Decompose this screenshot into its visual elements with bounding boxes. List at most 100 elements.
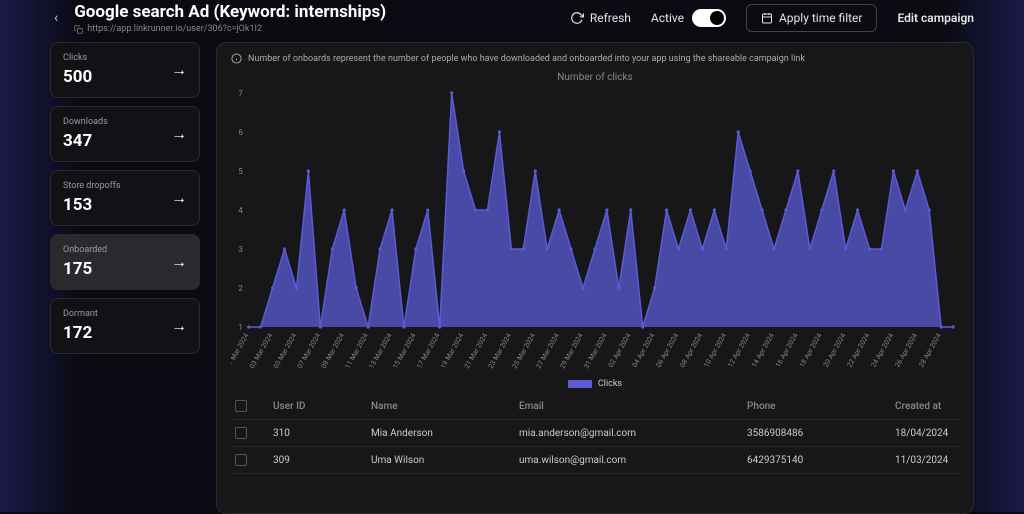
svg-text:24 Apr 2024: 24 Apr 2024 (870, 332, 896, 369)
clicks-chart: 1 2 3 4 5 6 7 01 Mar 202403 Mar 202405 Mar 2024… (231, 87, 959, 377)
svg-text:02 Apr 2024: 02 Apr 2024 (607, 332, 633, 369)
svg-text:04 Apr 2024: 04 Apr 2024 (631, 332, 657, 369)
active-label: Active (651, 11, 684, 25)
th-user-id: User ID (273, 401, 363, 412)
cell-phone: 6429375140 (747, 455, 887, 466)
svg-text:05 Mar 2024: 05 Mar 2024 (272, 332, 298, 370)
chevron-left-icon: ‹ (54, 10, 58, 26)
refresh-label: Refresh (590, 11, 631, 25)
refresh-icon (570, 11, 584, 25)
svg-text:6: 6 (238, 128, 243, 137)
svg-text:31 Mar 2024: 31 Mar 2024 (582, 332, 608, 370)
active-toggle[interactable] (692, 9, 726, 27)
th-email: Email (519, 401, 739, 412)
svg-text:11 Mar 2024: 11 Mar 2024 (344, 332, 370, 370)
time-filter-label: Apply time filter (779, 11, 863, 25)
title-block: Google search Ad (Keyword: internships) … (74, 2, 558, 34)
cell-email: uma.wilson@gmail.com (519, 455, 739, 466)
svg-text:19 Mar 2024: 19 Mar 2024 (439, 332, 465, 370)
svg-text:3: 3 (238, 245, 242, 254)
svg-text:07 Mar 2024: 07 Mar 2024 (296, 332, 322, 370)
stat-label: Clicks (63, 53, 92, 63)
th-name: Name (371, 401, 511, 412)
chart-legend: Clicks (231, 377, 959, 393)
cell-phone: 3586908486 (747, 428, 887, 439)
table-row[interactable]: 310 Mia Anderson mia.anderson@gmail.com … (231, 420, 959, 447)
svg-text:25 Mar 2024: 25 Mar 2024 (511, 332, 537, 370)
stat-card-clicks[interactable]: Clicks 500 → (50, 42, 200, 98)
stat-card-store-dropoffs[interactable]: Store dropoffs 153 → (50, 170, 200, 226)
svg-text:18 Apr 2024: 18 Apr 2024 (798, 332, 824, 369)
svg-text:1: 1 (238, 323, 242, 332)
svg-text:22 Apr 2024: 22 Apr 2024 (846, 332, 872, 369)
arrow-right-icon: → (171, 252, 187, 272)
stat-label: Store dropoffs (63, 181, 121, 191)
table-row[interactable]: 309 Uma Wilson uma.wilson@gmail.com 6429… (231, 447, 959, 474)
row-checkbox[interactable] (235, 454, 247, 466)
th-phone: Phone (747, 401, 887, 412)
arrow-right-icon: → (171, 316, 187, 336)
content-panel: Number of onboards represent the number … (216, 42, 974, 514)
svg-text:2: 2 (238, 284, 243, 293)
svg-text:10 Apr 2024: 10 Apr 2024 (702, 332, 728, 369)
stat-value: 153 (63, 195, 121, 215)
row-checkbox[interactable] (235, 427, 247, 439)
svg-text:29 Mar 2024: 29 Mar 2024 (558, 332, 584, 370)
copy-icon[interactable] (74, 25, 83, 34)
svg-text:7: 7 (238, 89, 243, 98)
svg-text:01 Mar 2024: 01 Mar 2024 (231, 332, 250, 370)
svg-text:21 Mar 2024: 21 Mar 2024 (463, 332, 489, 370)
th-created: Created at (895, 401, 974, 412)
edit-campaign-button[interactable]: Edit campaign (897, 11, 974, 25)
arrow-right-icon: → (171, 124, 187, 144)
info-text: Number of onboards represent the number … (248, 54, 805, 64)
stat-value: 175 (63, 259, 107, 279)
cell-user-id: 310 (273, 428, 363, 439)
cell-created: 18/04/2024 (895, 428, 974, 439)
stat-label: Dormant (63, 309, 98, 319)
cell-name: Mia Anderson (371, 428, 511, 439)
arrow-right-icon: → (171, 188, 187, 208)
svg-text:17 Mar 2024: 17 Mar 2024 (415, 332, 441, 370)
svg-text:06 Apr 2024: 06 Apr 2024 (655, 332, 681, 369)
svg-text:03 Mar 2024: 03 Mar 2024 (248, 332, 274, 370)
svg-text:26 Apr 2024: 26 Apr 2024 (893, 332, 919, 369)
stat-value: 500 (63, 67, 92, 87)
cell-email: mia.anderson@gmail.com (519, 428, 739, 439)
svg-text:16 Apr 2024: 16 Apr 2024 (774, 332, 800, 369)
cell-created: 11/03/2024 (895, 455, 974, 466)
legend-swatch (568, 380, 592, 388)
users-table: User ID Name Email Phone Created at 310 … (231, 393, 959, 474)
page-title: Google search Ad (Keyword: internships) (74, 2, 558, 22)
stat-label: Onboarded (63, 245, 107, 255)
info-icon (231, 53, 242, 64)
stat-label: Downloads (63, 117, 108, 127)
stat-card-onboarded[interactable]: Onboarded 175 → (50, 234, 200, 290)
svg-text:09 Mar 2024: 09 Mar 2024 (320, 332, 346, 370)
stat-card-downloads[interactable]: Downloads 347 → (50, 106, 200, 162)
arrow-right-icon: → (171, 60, 187, 80)
svg-text:27 Mar 2024: 27 Mar 2024 (535, 332, 561, 370)
stat-value: 172 (63, 323, 98, 343)
cell-name: Uma Wilson (371, 455, 511, 466)
campaign-url: https://app.linkrunner.io/user/306?c=jOk… (87, 24, 262, 34)
svg-text:23 Mar 2024: 23 Mar 2024 (487, 332, 513, 370)
svg-text:4: 4 (238, 206, 243, 215)
svg-text:13 Mar 2024: 13 Mar 2024 (367, 332, 393, 370)
legend-label: Clicks (598, 379, 622, 389)
back-button[interactable]: ‹ (50, 6, 62, 30)
refresh-button[interactable]: Refresh (570, 11, 631, 25)
stat-card-dormant[interactable]: Dormant 172 → (50, 298, 200, 354)
calendar-icon (761, 12, 773, 24)
select-all-checkbox[interactable] (235, 400, 247, 412)
svg-text:12 Apr 2024: 12 Apr 2024 (726, 332, 752, 369)
svg-text:15 Mar 2024: 15 Mar 2024 (391, 332, 417, 370)
svg-text:5: 5 (238, 167, 243, 176)
chart-title: Number of clicks (231, 70, 959, 87)
table-header-row: User ID Name Email Phone Created at (231, 393, 959, 420)
svg-text:20 Apr 2024: 20 Apr 2024 (822, 332, 848, 369)
time-filter-button[interactable]: Apply time filter (746, 4, 878, 32)
stat-value: 347 (63, 131, 108, 151)
cell-user-id: 309 (273, 455, 363, 466)
svg-text:14 Apr 2024: 14 Apr 2024 (750, 332, 776, 369)
